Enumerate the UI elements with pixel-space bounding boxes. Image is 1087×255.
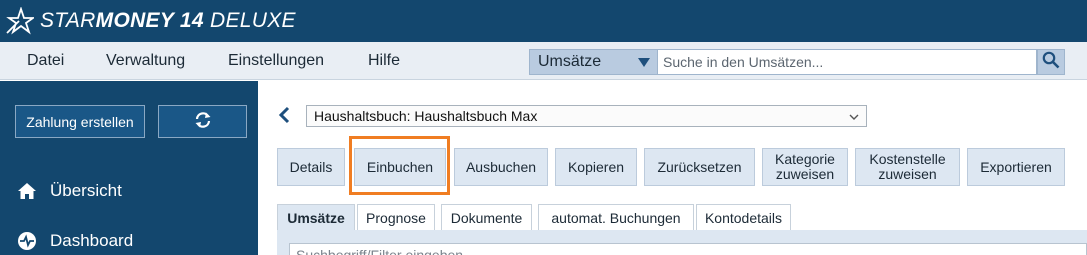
tab-automat-buchungen[interactable]: automat. Buchungen	[538, 204, 694, 231]
zuruecksetzen-button[interactable]: Zurücksetzen	[644, 148, 755, 186]
chevron-left-icon	[278, 106, 292, 128]
ausbuchen-label: Ausbuchen	[465, 158, 537, 175]
tab-label: Umsätze	[287, 209, 345, 226]
global-search: Umsätze	[529, 49, 1065, 75]
tab-label: Prognose	[366, 209, 426, 226]
account-select[interactable]: Haushaltsbuch: Haushaltsbuch Max	[306, 105, 867, 127]
create-payment-button[interactable]: Zahlung erstellen	[15, 105, 145, 138]
menu-einstellungen[interactable]: Einstellungen	[228, 52, 324, 70]
account-select-value: Haushaltsbuch: Haushaltsbuch Max	[314, 108, 538, 124]
details-label: Details	[289, 158, 333, 175]
tab-label: automat. Buchungen	[551, 209, 681, 226]
menu-verwaltung[interactable]: Verwaltung	[106, 52, 185, 70]
search-input[interactable]	[658, 49, 1037, 75]
highlight-frame	[349, 136, 450, 195]
details-button[interactable]: Details	[277, 148, 345, 186]
menu-hilfe[interactable]: Hilfe	[368, 52, 400, 70]
exportieren-label: Exportieren	[980, 158, 1052, 175]
app-title: STARMONEY 14 DELUXE	[40, 9, 296, 33]
kategorie-zuweisen-label: Kategorie zuweisen	[775, 151, 835, 182]
chevron-down-icon	[848, 110, 860, 122]
search-scope-value: Umsätze	[538, 53, 602, 70]
main-content: Haushaltsbuch: Haushaltsbuch Max Details…	[258, 81, 1087, 255]
exportieren-button[interactable]: Exportieren	[967, 148, 1065, 186]
nav-item-dashboard[interactable]: Dashboard	[16, 230, 133, 252]
app-title-bold: MONEY 14	[95, 9, 204, 32]
search-icon	[1042, 51, 1060, 74]
triangle-down-icon	[638, 55, 650, 69]
kopieren-button[interactable]: Kopieren	[555, 148, 637, 186]
starmoney-window: STARMONEY 14 DELUXE Datei Verwaltung Ein…	[0, 0, 1087, 255]
title-bar: STARMONEY 14 DELUXE	[0, 0, 1087, 42]
app-title-light: STAR	[40, 9, 96, 32]
nav-item-uebersicht[interactable]: Übersicht	[16, 180, 122, 202]
dashboard-icon	[16, 230, 38, 252]
tab-umsaetze[interactable]: Umsätze	[277, 204, 355, 231]
kostenstelle-zuweisen-label: Kostenstelle zuweisen	[869, 151, 946, 182]
filter-input[interactable]	[289, 243, 1087, 255]
tab-label: Kontodetails	[704, 209, 783, 226]
tab-dokumente[interactable]: Dokumente	[441, 204, 532, 231]
tab-prognose[interactable]: Prognose	[357, 204, 435, 231]
tab-kontodetails[interactable]: Kontodetails	[696, 204, 791, 231]
app-logo: STARMONEY 14 DELUXE	[6, 6, 296, 36]
menu-datei[interactable]: Datei	[27, 52, 64, 70]
nav-item-label: Dashboard	[50, 231, 134, 250]
ausbuchen-button[interactable]: Ausbuchen	[454, 148, 548, 186]
back-button[interactable]	[278, 106, 292, 124]
search-button[interactable]	[1037, 49, 1065, 75]
tab-label: Dokumente	[450, 209, 523, 226]
refresh-icon	[193, 110, 213, 133]
tab-panel	[277, 230, 1087, 255]
kopieren-label: Kopieren	[567, 158, 625, 175]
refresh-button[interactable]	[158, 105, 247, 138]
star-money-logo-icon	[6, 7, 34, 35]
home-icon	[16, 180, 38, 202]
kostenstelle-zuweisen-button[interactable]: Kostenstelle zuweisen	[855, 148, 960, 186]
search-scope-dropdown[interactable]: Umsätze	[529, 49, 658, 75]
zuruecksetzen-label: Zurücksetzen	[657, 158, 742, 175]
create-payment-label: Zahlung erstellen	[26, 113, 134, 130]
nav-item-label: Übersicht	[50, 181, 122, 200]
app-title-suffix: DELUXE	[203, 9, 296, 32]
sidebar: Zahlung erstellen Übersicht Dashboard	[0, 81, 258, 255]
kategorie-zuweisen-button[interactable]: Kategorie zuweisen	[762, 148, 848, 186]
